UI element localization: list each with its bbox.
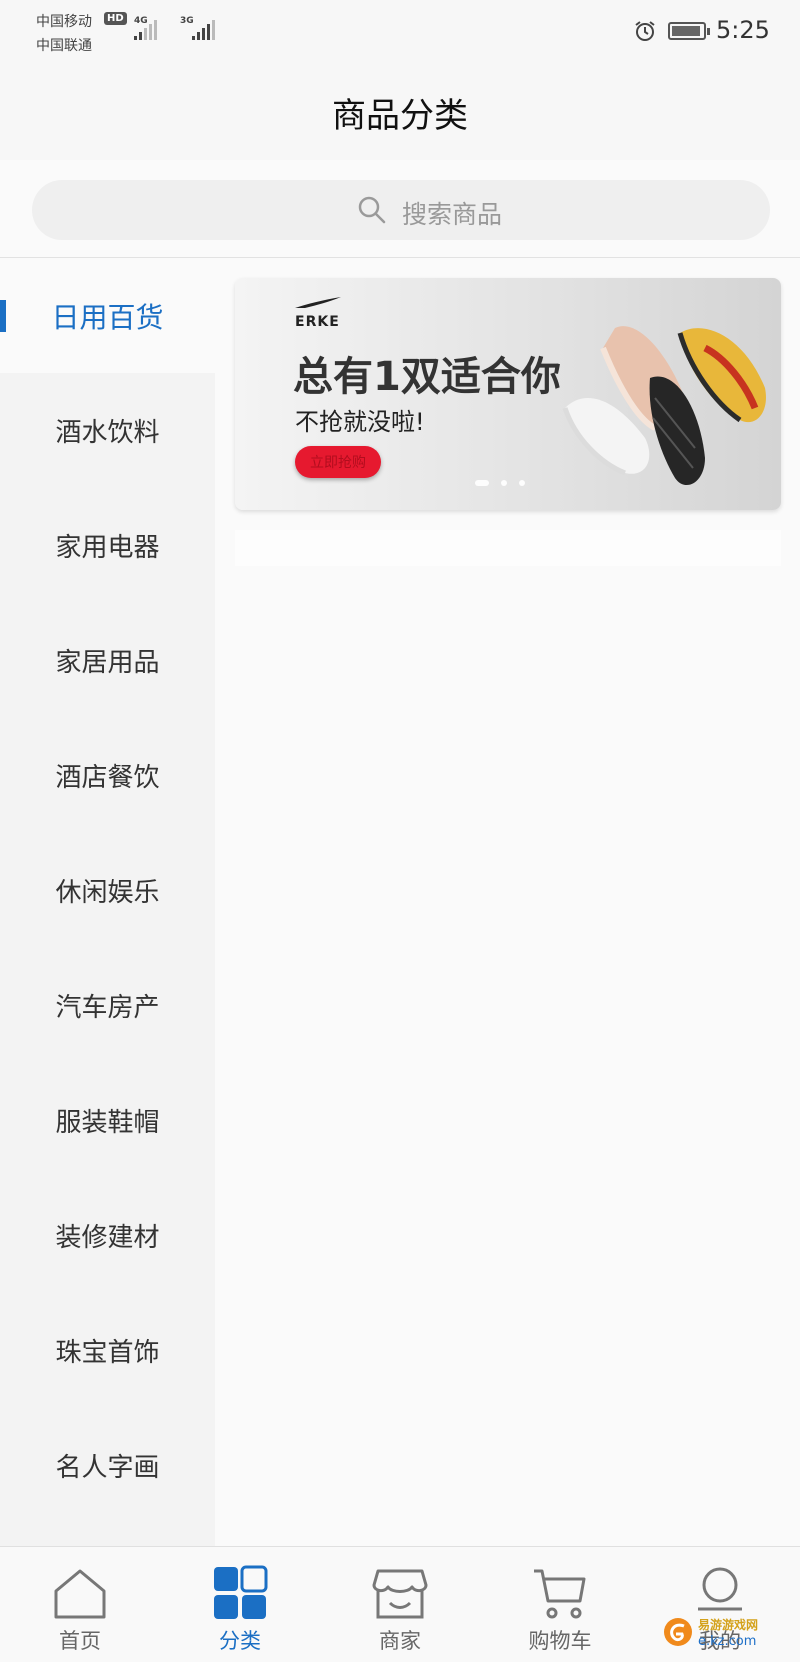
page-title: 商品分类	[332, 96, 468, 136]
sidebar-item-drinks[interactable]: 酒水饮料	[0, 373, 215, 488]
pagination-dot[interactable]	[501, 480, 507, 486]
sidebar-item-label: 家用电器	[55, 533, 160, 563]
tab-merchants[interactable]: 商家	[320, 1547, 480, 1662]
pagination-dot[interactable]	[475, 480, 489, 486]
category-content: ERKE 总有1双适合你 不抢就没啦! 立即抢购	[215, 258, 800, 1546]
search-placeholder: 搜索商品	[402, 200, 503, 229]
watermark-domain: e.kz.com	[698, 1634, 757, 1649]
home-icon	[54, 1569, 106, 1619]
sidebar-item-decoration[interactable]: 装修建材	[0, 1178, 215, 1293]
signal-2-icon	[192, 18, 215, 40]
tab-category[interactable]: 分类	[160, 1547, 320, 1662]
sidebar-item-label: 日用百货	[51, 300, 164, 334]
sidebar-item-label: 装修建材	[55, 1223, 160, 1253]
battery-charging-icon	[668, 22, 710, 40]
watermark-logo-icon	[664, 1618, 692, 1646]
search-input[interactable]: 搜索商品	[32, 180, 770, 240]
profile-icon	[698, 1567, 742, 1611]
sidebar-item-label: 休闲娱乐	[55, 878, 160, 908]
banner-brand: ERKE	[295, 314, 340, 330]
carrier-2-label: 中国联通	[36, 38, 92, 54]
banner-headline: 总有1双适合你	[293, 354, 561, 400]
sidebar-item-daily-goods[interactable]: 日用百货	[0, 258, 215, 373]
sidebar-item-auto-property[interactable]: 汽车房产	[0, 948, 215, 1063]
tab-label: 购物车	[528, 1629, 592, 1653]
sidebar-item-label: 酒店餐饮	[55, 763, 160, 793]
sidebar-item-calligraphy[interactable]: 名人字画	[0, 1408, 215, 1523]
store-icon	[372, 1569, 428, 1619]
search-icon	[358, 196, 386, 224]
category-sidebar: 日用百货 酒水饮料 家用电器 家居用品 酒店餐饮 休闲娱乐 汽车房产 服装鞋帽 …	[0, 258, 215, 1546]
watermark-site-name: 易游游戏网	[698, 1618, 759, 1632]
banner-subline: 不抢就没啦!	[295, 408, 425, 436]
sidebar-item-label: 名人字画	[55, 1453, 160, 1483]
sidebar-item-home-goods[interactable]: 家居用品	[0, 603, 215, 718]
clock-time: 5:25	[716, 16, 770, 44]
site-watermark: 易游游戏网 e.kz.com	[652, 1616, 792, 1656]
erke-logo-icon	[295, 297, 341, 308]
sidebar-item-appliances[interactable]: 家用电器	[0, 488, 215, 603]
sidebar-item-hotel-dining[interactable]: 酒店餐饮	[0, 718, 215, 833]
banner-cta-button[interactable]: 立即抢购	[295, 446, 381, 478]
tab-label: 商家	[379, 1629, 421, 1653]
sidebar-item-label: 珠宝首饰	[55, 1338, 160, 1368]
active-indicator	[0, 300, 6, 332]
promo-banner[interactable]: ERKE 总有1双适合你 不抢就没啦! 立即抢购	[235, 278, 781, 510]
alarm-icon	[635, 21, 655, 41]
category-grid-icon	[214, 1565, 268, 1619]
sidebar-item-label: 汽车房产	[55, 993, 160, 1023]
sidebar-item-jewelry[interactable]: 珠宝首饰	[0, 1293, 215, 1408]
status-bar: 中国移动 HD 中国联通 4G 3G 5:25	[0, 0, 800, 66]
cart-icon	[534, 1569, 586, 1619]
tab-cart[interactable]: 购物车	[480, 1547, 640, 1662]
carrier-1-label: 中国移动	[36, 14, 92, 30]
page-header: 商品分类	[0, 66, 800, 160]
sidebar-item-label: 服装鞋帽	[55, 1108, 160, 1138]
sidebar-item-apparel[interactable]: 服装鞋帽	[0, 1063, 215, 1178]
tab-label: 分类	[219, 1629, 261, 1653]
sidebar-item-leisure[interactable]: 休闲娱乐	[0, 833, 215, 948]
banner-pagination	[475, 480, 525, 486]
tab-home[interactable]: 首页	[0, 1547, 160, 1662]
search-area: 搜索商品	[0, 160, 800, 258]
sneakers-image	[562, 326, 766, 486]
sidebar-item-label: 家居用品	[55, 648, 160, 678]
signal-1-icon	[134, 18, 157, 40]
sidebar-item-label: 酒水饮料	[55, 418, 160, 448]
pagination-dot[interactable]	[519, 480, 525, 486]
hd-badge: HD	[104, 12, 127, 25]
content-placeholder	[235, 530, 781, 566]
tab-label: 首页	[59, 1629, 101, 1653]
